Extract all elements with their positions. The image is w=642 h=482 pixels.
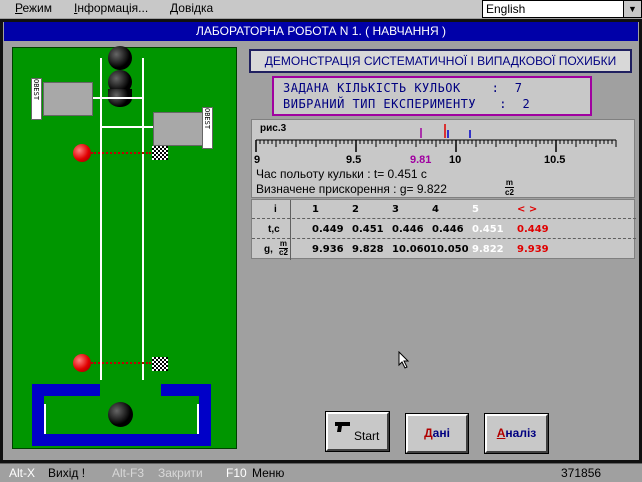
language-select[interactable]: English ▼ — [482, 0, 642, 18]
exit-label[interactable]: Вихід ! — [48, 466, 85, 480]
param-ball-count: ЗАДАНА КІЛЬКІСТЬ КУЛЬОК : 7 — [283, 81, 523, 95]
g-value-3: 10.060 — [392, 244, 431, 255]
data-label: ані — [432, 426, 450, 440]
catcher-bottom — [32, 434, 211, 446]
acceleration-unit: m c2 — [505, 178, 514, 197]
param-experiment-type: ВИБРАНИЙ ТИП ЕКСПЕРИМЕНТУ : 2 — [283, 97, 531, 111]
tick-label-10-5: 10.5 — [544, 154, 566, 166]
mouse-cursor-icon — [398, 351, 410, 369]
table-sep-2 — [252, 238, 636, 239]
start-label: Start — [354, 429, 380, 443]
ball-top-1 — [108, 46, 132, 70]
lower-receiver — [152, 357, 168, 371]
sensor-left — [43, 82, 93, 116]
table-header-i: i — [274, 204, 277, 215]
g-value-4: 10.050 — [430, 244, 469, 255]
idx-5: 5 — [472, 204, 479, 215]
row-g-label: g, — [264, 244, 273, 255]
t-value-1: 0.449 — [312, 224, 344, 235]
memory-counter: 371856 — [561, 466, 602, 480]
analysis-button[interactable]: Аналіз — [484, 413, 549, 454]
catcher-inner-right — [181, 404, 199, 434]
menu-help-label: овідка — [178, 1, 214, 15]
idx-1: 1 — [312, 204, 319, 215]
menu-info[interactable]: Інформація... — [74, 1, 148, 15]
data-button[interactable]: Дані — [405, 413, 469, 454]
measurement-panel: рис.3 9 9.5 9.81 10 10.5 Час польоту кул… — [251, 119, 635, 198]
t-value-2: 0.451 — [352, 224, 384, 235]
pistol-icon — [335, 422, 350, 432]
row-g-den: c2 — [279, 248, 288, 257]
menu-label[interactable]: Меню — [252, 466, 284, 480]
t-value-3: 0.446 — [392, 224, 424, 235]
menu-key[interactable]: F10 — [226, 466, 247, 480]
sensor-right — [153, 112, 203, 146]
sensor-right-plate: OBEST — [202, 107, 213, 149]
t-value-4: 0.446 — [432, 224, 464, 235]
table-divider — [290, 200, 291, 260]
sensor-left-plate: OBEST — [31, 78, 42, 120]
tick-label-9-5: 9.5 — [346, 154, 362, 166]
g-value-5: 9.822 — [472, 244, 504, 255]
status-bar: Alt-X Вихід ! Alt-F3 Закрити F10 Меню 37… — [0, 463, 642, 482]
acceleration-text: Визначене прискорення : g= 9.822 — [256, 182, 447, 196]
start-button[interactable]: Start — [325, 411, 390, 452]
scale-ruler — [255, 124, 617, 152]
sensor-right-arm — [102, 126, 153, 128]
exit-key[interactable]: Alt-X — [9, 466, 35, 480]
ball-caught — [108, 402, 133, 427]
menu-info-label: нформація... — [77, 1, 149, 15]
results-table: i 1 2 3 4 5 < > t,c 0.449 0.451 0.446 0.… — [251, 199, 636, 260]
row-g-num: m — [279, 239, 288, 248]
tick-label-9-81: 9.81 — [410, 154, 432, 166]
demo-title: ДЕМОНСТРАЦІЯ СИСТЕМАТИЧНОЇ І ВИПАДКОВОЇ … — [249, 49, 632, 73]
data-accel: Д — [424, 426, 433, 440]
upper-beam — [91, 152, 151, 154]
table-sep-1 — [252, 218, 636, 219]
menu-mode[interactable]: Режим — [15, 1, 52, 15]
idx-3: 3 — [392, 204, 399, 215]
chevron-down-icon[interactable]: ▼ — [623, 1, 641, 17]
left-rail — [100, 58, 102, 380]
accel-unit-den: c2 — [505, 187, 514, 197]
tick-label-9: 9 — [254, 154, 261, 166]
sensor-left-arm — [93, 97, 143, 99]
params-box: ЗАДАНА КІЛЬКІСТЬ КУЛЬОК : 7 ВИБРАНИЙ ТИП… — [272, 76, 592, 116]
window-title: ЛАБОРАТОРНА РОБОТА N 1. ( НАВЧАННЯ ) — [4, 22, 638, 41]
accel-unit-num: m — [505, 178, 514, 187]
close-key: Alt-F3 — [112, 466, 145, 480]
upper-receiver — [152, 146, 168, 160]
sensor-right-label: OBEST — [203, 108, 211, 130]
row-g-prefix: g, — [264, 244, 273, 255]
idx-4: 4 — [432, 204, 439, 215]
idx-avg: < > — [517, 204, 538, 215]
g-avg: 9.939 — [517, 244, 549, 255]
right-rail — [142, 58, 144, 380]
g-value-2: 9.828 — [352, 244, 384, 255]
flight-time: Час польоту кульки : t= 0.451 с — [256, 167, 427, 181]
catcher-inner-left — [44, 404, 58, 434]
sensor-left-label: OBEST — [32, 79, 40, 101]
row-t-label: t,c — [268, 224, 280, 235]
lower-beam — [91, 362, 151, 364]
tick-label-10: 10 — [449, 154, 462, 166]
analysis-label: наліз — [505, 426, 537, 440]
g-value-1: 9.936 — [312, 244, 344, 255]
t-value-5: 0.451 — [472, 224, 504, 235]
menu-mode-label: ежим — [22, 1, 53, 15]
menu-help[interactable]: Довідка — [170, 1, 213, 15]
t-avg: 0.449 — [517, 224, 549, 235]
language-value: English — [486, 2, 526, 16]
idx-2: 2 — [352, 204, 359, 215]
lower-emitter — [73, 354, 91, 372]
apparatus-field: OBEST OBEST — [12, 46, 237, 449]
upper-emitter — [73, 144, 91, 162]
row-g-unit: m c2 — [279, 240, 288, 257]
close-label: Закрити — [158, 466, 203, 480]
